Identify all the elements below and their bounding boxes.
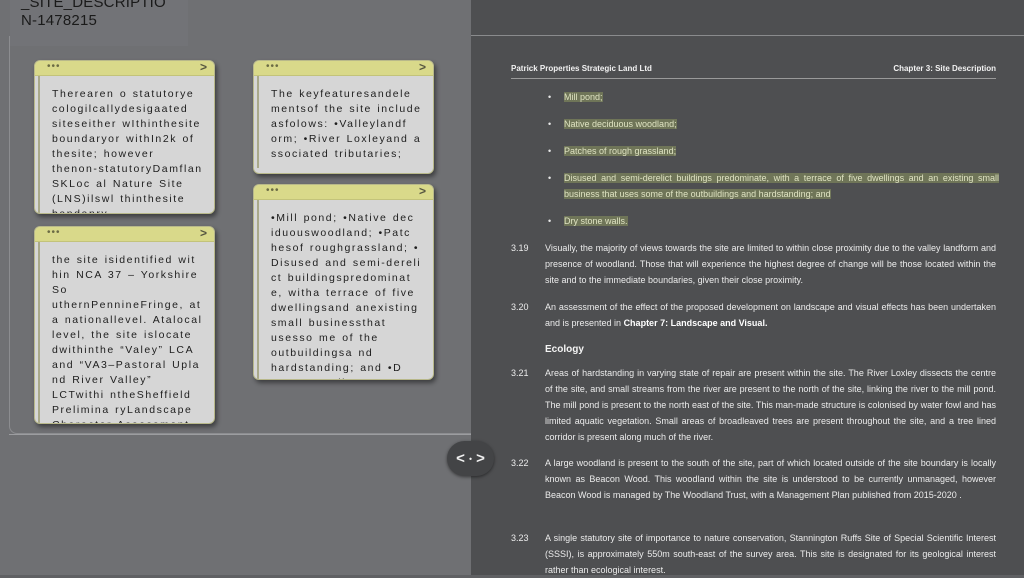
- note-text[interactable]: the site isidentified wit hin NCA 37 – Y…: [38, 242, 214, 423]
- paragraph-text[interactable]: An assessment of the effect of the propo…: [545, 299, 996, 331]
- sticky-note[interactable]: ••• > Therearen o statutorye cologilcall…: [34, 60, 215, 214]
- paragraph-number: 3.19: [511, 243, 529, 253]
- sticky-note[interactable]: ••• > The keyfeaturesandele mentsof the …: [253, 60, 434, 174]
- highlighted-text[interactable]: Patches of rough grassland;: [564, 146, 677, 156]
- sticky-note[interactable]: ••• > the site isidentified wit hin NCA …: [34, 226, 215, 424]
- notes-canvas[interactable]: _SITE_DESCRIPTIO N-1478215 ••• > Therear…: [0, 0, 471, 575]
- section-heading-ecology: Ecology: [545, 344, 584, 355]
- highlighted-text[interactable]: Native deciduous woodland;: [564, 119, 677, 129]
- chapter-reference[interactable]: Chapter 7: Landscape and Visual.: [624, 318, 768, 328]
- paragraph-number: 3.22: [511, 458, 529, 468]
- page-top-divider: [471, 35, 1024, 36]
- paragraph-3-23[interactable]: 3.23 A single statutory site of importan…: [511, 530, 996, 575]
- note-header[interactable]: ••• >: [254, 61, 433, 76]
- bullet-icon: •: [548, 119, 552, 129]
- paragraph-3-19[interactable]: 3.19 Visually, the majority of views tow…: [511, 240, 996, 290]
- document-viewer[interactable]: Patrick Properties Strategic Land Ltd Ch…: [471, 0, 1024, 575]
- canvas-title-line-2: N-1478215: [21, 12, 98, 29]
- highlighted-text[interactable]: Disused and semi-derelict buildings pred…: [564, 173, 999, 199]
- drag-handle-icon[interactable]: •••: [266, 62, 280, 72]
- bullet-icon: •: [548, 146, 552, 156]
- list-item[interactable]: • Native deciduous woodland;: [548, 116, 999, 132]
- header-rule: [511, 78, 996, 79]
- paragraph-text[interactable]: A large woodland is present to the south…: [545, 455, 996, 503]
- note-header[interactable]: ••• >: [254, 185, 433, 200]
- chevron-right-icon[interactable]: >: [476, 450, 485, 467]
- drag-handle-icon[interactable]: •••: [47, 62, 61, 72]
- document-header-company: Patrick Properties Strategic Land Ltd: [511, 64, 652, 73]
- paragraph-text[interactable]: A single statutory site of importance to…: [545, 530, 996, 578]
- bullet-icon: •: [548, 216, 552, 226]
- chevron-right-icon[interactable]: >: [419, 61, 426, 74]
- canvas-title-line-1: _SITE_DESCRIPTIO: [21, 0, 166, 11]
- chevron-left-icon[interactable]: <: [456, 450, 465, 467]
- chevron-right-icon[interactable]: >: [200, 227, 207, 240]
- document-header-chapter: Chapter 3: Site Description: [893, 64, 996, 73]
- note-header[interactable]: ••• >: [35, 227, 214, 242]
- paragraph-number: 3.23: [511, 533, 529, 543]
- splitter-dot-icon: •: [469, 454, 472, 464]
- paragraph-3-22[interactable]: 3.22 A large woodland is present to the …: [511, 455, 996, 521]
- note-text[interactable]: The keyfeaturesandele mentsof the site i…: [257, 76, 433, 168]
- note-header[interactable]: ••• >: [35, 61, 214, 76]
- chevron-right-icon[interactable]: >: [200, 61, 207, 74]
- chevron-right-icon[interactable]: >: [419, 185, 426, 198]
- paragraph-number: 3.21: [511, 368, 529, 378]
- paragraph-text[interactable]: Areas of hardstanding in varying state o…: [545, 365, 996, 445]
- list-item[interactable]: • Mill pond;: [548, 89, 999, 105]
- highlighted-text[interactable]: Mill pond;: [564, 92, 603, 102]
- bullet-icon: •: [548, 92, 552, 102]
- pane-splitter-handle[interactable]: < • >: [447, 441, 494, 476]
- sticky-note[interactable]: ••• > •Mill pond; •Native dec iduouswood…: [253, 184, 434, 380]
- list-item[interactable]: • Patches of rough grassland;: [548, 143, 999, 159]
- board-divider: [9, 434, 471, 435]
- paragraph-text[interactable]: Visually, the majority of views towards …: [545, 240, 996, 288]
- drag-handle-icon[interactable]: •••: [47, 228, 61, 238]
- paragraph-3-20[interactable]: 3.20 An assessment of the effect of the …: [511, 299, 996, 333]
- list-item[interactable]: • Dry stone walls.: [548, 213, 999, 229]
- list-item[interactable]: • Disused and semi-derelict buildings pr…: [548, 170, 999, 202]
- paragraph-text-plain: An assessment of the effect of the propo…: [545, 302, 996, 328]
- note-text[interactable]: •Mill pond; •Native dec iduouswoodland; …: [257, 200, 433, 379]
- note-text[interactable]: Therearen o statutorye cologilcallydesig…: [38, 76, 214, 213]
- paragraph-3-21[interactable]: 3.21 Areas of hardstanding in varying st…: [511, 365, 996, 447]
- highlighted-text[interactable]: Dry stone walls.: [564, 216, 628, 226]
- bullet-icon: •: [548, 173, 552, 183]
- paragraph-number: 3.20: [511, 302, 529, 312]
- drag-handle-icon[interactable]: •••: [266, 186, 280, 196]
